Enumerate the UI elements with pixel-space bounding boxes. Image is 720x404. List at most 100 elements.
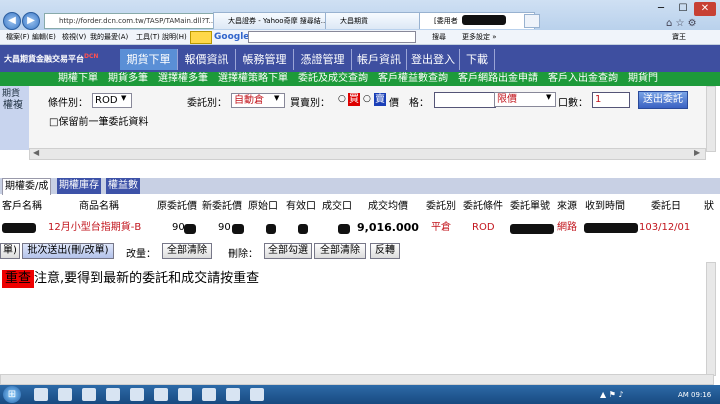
col-avg-price: 成交均價: [368, 201, 408, 212]
col-product: 商品名稱: [79, 201, 119, 212]
buy-radio[interactable]: ○: [338, 94, 346, 104]
tray-icons[interactable]: ▲ ⚑ ♪: [600, 390, 624, 399]
requery-button[interactable]: 重查: [2, 270, 35, 288]
col-orig-price: 原委託價: [157, 201, 197, 212]
sub-nav[interactable]: 期權下單 期貨多筆 選擇權多筆 選擇權策略下單 委託及成交查詢 客戶權益數查詢 …: [0, 72, 720, 86]
back-icon[interactable]: ◀: [3, 12, 21, 30]
menu-tools[interactable]: 工具(T): [134, 30, 162, 44]
menu-edit[interactable]: 編輯(E): [30, 30, 58, 44]
col-valid-qty: 有效口: [286, 201, 316, 212]
taskbar-ie-icon[interactable]: [34, 388, 48, 401]
row-orig-price: 90: [172, 222, 185, 233]
more-settings[interactable]: 更多設定 »: [460, 30, 499, 44]
tab-orders-fills[interactable]: 期權委/成: [2, 178, 52, 195]
tab-yahoo[interactable]: 大昌證券 - Yahoo奇摩 搜尋結...: [213, 12, 339, 29]
menu-help[interactable]: 說明(H): [160, 30, 189, 44]
taskbar-app-icon[interactable]: [226, 388, 240, 401]
qty-input[interactable]: 1: [592, 92, 630, 108]
taskbar-app-icon[interactable]: [202, 388, 216, 401]
row-avg-price: 9,016.000: [357, 221, 419, 234]
col-order-date: 委託日: [651, 201, 681, 212]
taskbar-app-icon[interactable]: [250, 388, 264, 401]
nav-accounting[interactable]: 帳務管理: [236, 49, 294, 70]
col-source: 來源: [557, 201, 577, 212]
price-input[interactable]: [434, 92, 496, 108]
redacted-valid-qty: [298, 224, 308, 234]
redacted-time: [584, 223, 638, 233]
address-bar[interactable]: http://forder.dcn.com.tw/TASP/TAMain.dll…: [44, 13, 226, 29]
tab-positions[interactable]: 期權庫存: [57, 178, 101, 194]
table-row[interactable]: 12月小型台指期貨-B 90 90 9,016.000 平倉 ROD 網路 10…: [0, 218, 712, 238]
nav-certificate[interactable]: 憑證管理: [294, 49, 352, 70]
col-order-no: 委託單號: [510, 201, 550, 212]
taskbar-explorer-icon[interactable]: [58, 388, 72, 401]
row-new-price: 90: [218, 222, 231, 233]
scroll-left-icon[interactable]: ◀: [33, 148, 39, 157]
row-source: 網路: [557, 222, 577, 233]
user-menu[interactable]: 寶王: [670, 30, 688, 44]
menu-view[interactable]: 檢視(V): [60, 30, 88, 44]
minimize-button[interactable]: ─: [650, 2, 672, 16]
left-tab-options[interactable]: 權複: [3, 96, 23, 111]
search-button[interactable]: 搜尋: [430, 30, 448, 44]
menu-file[interactable]: 檔案(F): [4, 30, 32, 44]
buy-label: 買: [348, 93, 360, 106]
sub-nav-links[interactable]: 期權下單 期貨多筆 選擇權多筆 選擇權策略下單 委託及成交查詢 客戶權益數查詢 …: [0, 73, 658, 84]
maximize-button[interactable]: ☐: [672, 2, 694, 16]
close-button[interactable]: ✕: [694, 2, 716, 16]
spacer: [0, 160, 720, 178]
qty-label: 口數：: [558, 98, 588, 109]
nav-download[interactable]: 下載: [460, 49, 495, 70]
sell-radio[interactable]: ○: [363, 94, 371, 104]
col-new-price: 新委託價: [202, 201, 242, 212]
row-order-type: 平倉: [431, 222, 451, 233]
nav-quotes[interactable]: 報價資訊: [178, 49, 236, 70]
nav-logout-login[interactable]: 登出登入: [407, 49, 460, 70]
taskbar-app-icon[interactable]: [106, 388, 120, 401]
col-orig-qty: 原始口: [248, 201, 278, 212]
redacted-filled-qty: [338, 224, 350, 234]
toolbar-icons: ⌂ ☆ ⚙: [666, 18, 697, 29]
chevron-down-icon[interactable]: ▼: [121, 94, 126, 102]
google-logo: Google: [214, 32, 250, 42]
redacted-order-no: [510, 224, 554, 234]
redacted-tab-text: [462, 15, 506, 25]
new-tab-button[interactable]: [524, 14, 540, 28]
clipped-button[interactable]: 單): [0, 243, 20, 259]
menu-favorites[interactable]: 我的最愛(A): [88, 30, 130, 44]
start-button[interactable]: ⊞: [3, 386, 21, 403]
clock[interactable]: AM 09:16: [678, 391, 711, 399]
toolbar-button[interactable]: [190, 31, 212, 44]
menu-bar: 檔案(F) 編輯(E) 檢視(V) 我的最愛(A) 工具(T) 說明(H) Go…: [0, 30, 720, 45]
price-label: 價 格：: [389, 98, 429, 109]
keep-previous-checkbox[interactable]: □保留前一筆委託資料: [49, 113, 148, 128]
forward-icon[interactable]: ▶: [22, 12, 40, 30]
taskbar-app-icon[interactable]: [178, 388, 192, 401]
taskbar-app-icon[interactable]: [82, 388, 96, 401]
condition-label: 條件別：: [48, 98, 88, 109]
vertical-scrollbar[interactable]: [706, 86, 716, 152]
horizontal-scrollbar-2[interactable]: [0, 374, 714, 385]
col-client-name: 客戶名稱: [2, 201, 42, 212]
batch-send-button[interactable]: 批次送出(刪/改單): [22, 243, 114, 259]
taskbar-app-icon[interactable]: [130, 388, 144, 401]
row-product: 12月小型台指期貨-B: [48, 222, 142, 233]
nav-account-info[interactable]: 帳戶資訊: [352, 49, 407, 70]
scroll-right-icon[interactable]: ▶: [694, 148, 700, 157]
clear-all-button-2[interactable]: 全部清除: [314, 243, 366, 259]
vertical-scrollbar-2[interactable]: [706, 262, 716, 376]
google-search-input[interactable]: [248, 31, 416, 43]
tab-equity[interactable]: 權益數: [106, 178, 140, 194]
check-all-button[interactable]: 全部勾選: [264, 243, 312, 259]
clear-all-button-1[interactable]: 全部清除: [162, 243, 212, 259]
horizontal-scrollbar[interactable]: [29, 148, 706, 160]
tab-dcn[interactable]: 大昌期貨: [325, 12, 433, 29]
submit-order-button[interactable]: 送出委託: [638, 91, 688, 109]
chevron-down-icon[interactable]: ▼: [546, 93, 551, 101]
taskbar-app-icon[interactable]: [154, 388, 168, 401]
redacted-orig-qty: [266, 224, 276, 234]
chevron-down-icon[interactable]: ▼: [274, 94, 279, 102]
col-received-time: 收到時間: [585, 201, 625, 212]
nav-futures-order[interactable]: 期貨下單: [120, 49, 178, 70]
reverse-button[interactable]: 反轉: [370, 243, 400, 259]
